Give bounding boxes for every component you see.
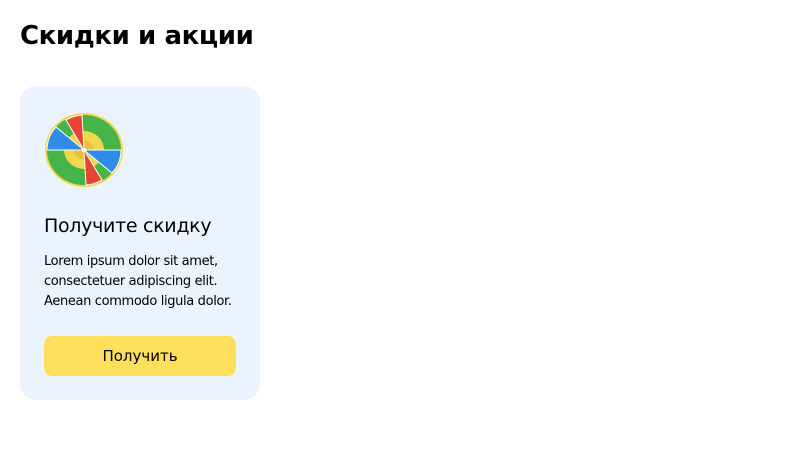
- page-title: Скидки и акции: [20, 21, 254, 51]
- promo-card-description-line: consectetuer adipiscing elit.: [44, 274, 218, 289]
- fortune-wheel-icon: [44, 112, 124, 188]
- promo-card-title: Получите скидку: [44, 215, 212, 237]
- promo-card: Получите скидку Lorem ipsum dolor sit am…: [20, 86, 260, 400]
- promo-card-description-line: Aenean commodo ligula dolor.: [44, 294, 232, 309]
- promo-card-description: Lorem ipsum dolor sit amet, consectetuer…: [44, 252, 244, 312]
- promo-card-description-line: Lorem ipsum dolor sit amet,: [44, 254, 218, 269]
- page: Скидки и акции Получите скидку Lorem ips…: [0, 0, 800, 450]
- get-discount-button[interactable]: Получить: [44, 336, 236, 376]
